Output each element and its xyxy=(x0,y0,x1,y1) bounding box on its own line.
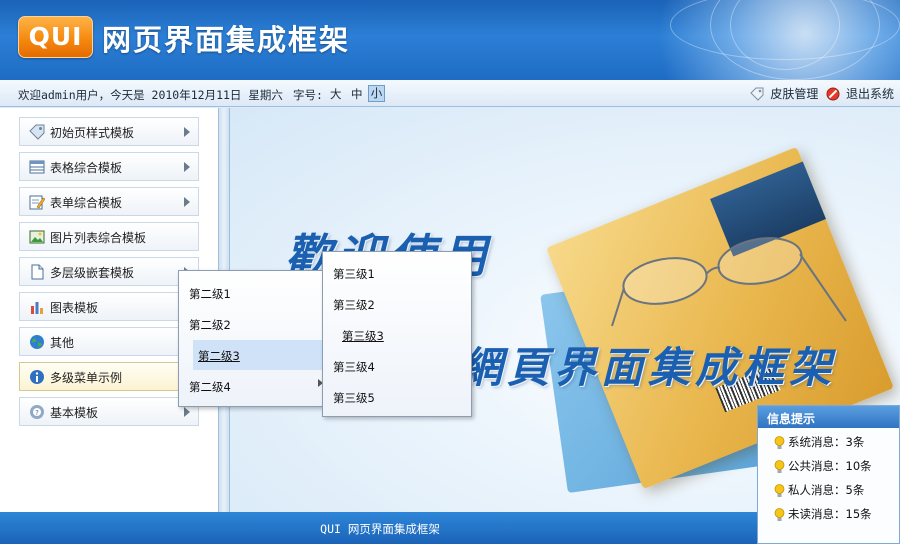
sidebar-item-label: 基本模板 xyxy=(50,406,99,420)
sidebar-item-multi-level[interactable]: 多层级嵌套模板 xyxy=(19,257,199,286)
app-logo: QUI xyxy=(18,16,93,58)
skin-manage-label: 皮肤管理 xyxy=(770,87,819,101)
sidebar-item-label: 表格综合模板 xyxy=(50,161,123,175)
submenu-level2: 第二级1 第二级2 第二级3 第二级4 xyxy=(178,270,324,407)
form-edit-icon xyxy=(29,195,45,210)
info-panel-title: 信息提示 xyxy=(758,406,899,428)
chevron-right-icon xyxy=(184,197,190,207)
info-row-label: 私人消息：5条 xyxy=(788,483,865,497)
info-row-unread[interactable]: 未读消息：15条 xyxy=(774,506,872,522)
submenu-l2-item-label: 第二级3 xyxy=(198,349,240,363)
submenu-l3-item-label: 第三级2 xyxy=(333,298,375,312)
document-icon xyxy=(31,264,44,280)
submenu-l2-item[interactable]: 第二级4 xyxy=(179,371,323,401)
logout-link[interactable]: 退出系统 xyxy=(826,86,894,101)
submenu-l3-item-label: 第三级3 xyxy=(342,329,384,343)
info-notice-panel: 信息提示 系统消息：3条 公共消息：10条 私人消息：5条 未读消息：15条 xyxy=(757,405,900,544)
chevron-right-icon xyxy=(184,162,190,172)
submenu-level3: 第三级1 第三级2 第三级3 第三级4 第三级5 xyxy=(322,251,472,417)
submenu-l3-item-label: 第三级4 xyxy=(333,360,375,374)
submenu-l2-item-label: 第二级4 xyxy=(189,380,231,394)
svg-text:?: ? xyxy=(35,409,39,417)
info-row-label: 未读消息：15条 xyxy=(788,507,872,521)
submenu-l3-item-label: 第三级5 xyxy=(333,391,375,405)
submenu-l3-item-hovered[interactable]: 第三级3 xyxy=(323,320,471,350)
sidebar-item-chart[interactable]: 图表模板 xyxy=(19,292,199,321)
lightbulb-icon xyxy=(774,459,785,473)
app-title: 网页界面集成框架 xyxy=(102,23,351,57)
lightbulb-icon xyxy=(774,507,785,521)
info-row-system[interactable]: 系统消息：3条 xyxy=(774,434,864,450)
sidebar-item-label: 图片列表综合模板 xyxy=(50,231,147,245)
sidebar-item-label: 初始页样式模板 xyxy=(50,126,135,140)
submenu-l2-item-label: 第二级2 xyxy=(189,318,231,332)
logout-label: 退出系统 xyxy=(845,87,894,101)
logout-icon xyxy=(826,87,840,100)
sidebar-item-table[interactable]: 表格综合模板 xyxy=(19,152,199,181)
help-icon: ? xyxy=(30,405,44,419)
sidebar-item-multi-menu-example[interactable]: 多级菜单示例 xyxy=(19,362,199,391)
sidebar-item-label: 多级菜单示例 xyxy=(50,371,123,385)
chevron-right-icon xyxy=(184,127,190,137)
sidebar-item-label: 其他 xyxy=(50,336,75,350)
info-row-label: 公共消息：10条 xyxy=(788,459,872,473)
submenu-l3-item[interactable]: 第三级5 xyxy=(323,382,471,412)
info-row-private[interactable]: 私人消息：5条 xyxy=(774,482,864,498)
picture-icon xyxy=(29,230,45,244)
footer-text: QUI 网页界面集成框架 xyxy=(320,522,440,536)
submenu-l3-item[interactable]: 第三级1 xyxy=(323,258,471,288)
welcome-message: 欢迎admin用户，今天是 2010年12月11日 星期六 xyxy=(18,88,283,102)
chevron-right-icon xyxy=(184,407,190,417)
table-icon xyxy=(29,160,45,174)
bar-chart-icon xyxy=(31,302,43,314)
toolbar-right-links: 皮肤管理 退出系统 xyxy=(750,85,894,102)
info-row-label: 系统消息：3条 xyxy=(788,435,865,449)
welcome-banner-line2: 網頁界面集成框架 xyxy=(460,343,837,392)
header-banner: QUI 网页界面集成框架 xyxy=(0,0,900,80)
top-toolbar: 欢迎admin用户，今天是 2010年12月11日 星期六 字号: 大 中 小 … xyxy=(0,80,900,107)
sidebar-item-initial-page[interactable]: 初始页样式模板 xyxy=(19,117,199,146)
skin-tag-icon xyxy=(750,87,764,101)
skin-manage-link[interactable]: 皮肤管理 xyxy=(750,86,822,101)
sidebar-item-other[interactable]: 其他 xyxy=(19,327,199,356)
submenu-l2-item[interactable]: 第二级1 xyxy=(179,278,323,308)
font-size-medium-button[interactable]: 中 xyxy=(351,86,363,102)
info-icon xyxy=(30,370,44,384)
sidebar-item-label: 图表模板 xyxy=(50,301,99,315)
lightbulb-icon xyxy=(774,435,785,449)
sidebar-item-label: 多层级嵌套模板 xyxy=(50,266,135,280)
sidebar-item-basic[interactable]: ? 基本模板 xyxy=(19,397,199,426)
globe-icon xyxy=(30,335,44,349)
tag-icon xyxy=(29,124,45,140)
info-row-public[interactable]: 公共消息：10条 xyxy=(774,458,872,474)
submenu-l2-item-label: 第二级1 xyxy=(189,287,231,301)
sidebar-item-picture-list[interactable]: 图片列表综合模板 xyxy=(19,222,199,251)
font-size-small-button[interactable]: 小 xyxy=(368,85,385,102)
sidebar-item-label: 表单综合模板 xyxy=(50,196,123,210)
font-size-label: 字号: xyxy=(293,88,323,102)
submenu-l2-item-highlighted[interactable]: 第二级3 xyxy=(193,340,323,370)
font-size-large-button[interactable]: 大 xyxy=(330,86,342,102)
submenu-l3-item-label: 第三级1 xyxy=(333,267,375,281)
eyeglasses-image xyxy=(611,237,847,327)
lightbulb-icon xyxy=(774,483,785,497)
submenu-l3-item[interactable]: 第三级2 xyxy=(323,289,471,319)
submenu-l2-item[interactable]: 第二级2 xyxy=(179,309,323,339)
sidebar-item-form[interactable]: 表单综合模板 xyxy=(19,187,199,216)
submenu-l3-item[interactable]: 第三级4 xyxy=(323,351,471,381)
